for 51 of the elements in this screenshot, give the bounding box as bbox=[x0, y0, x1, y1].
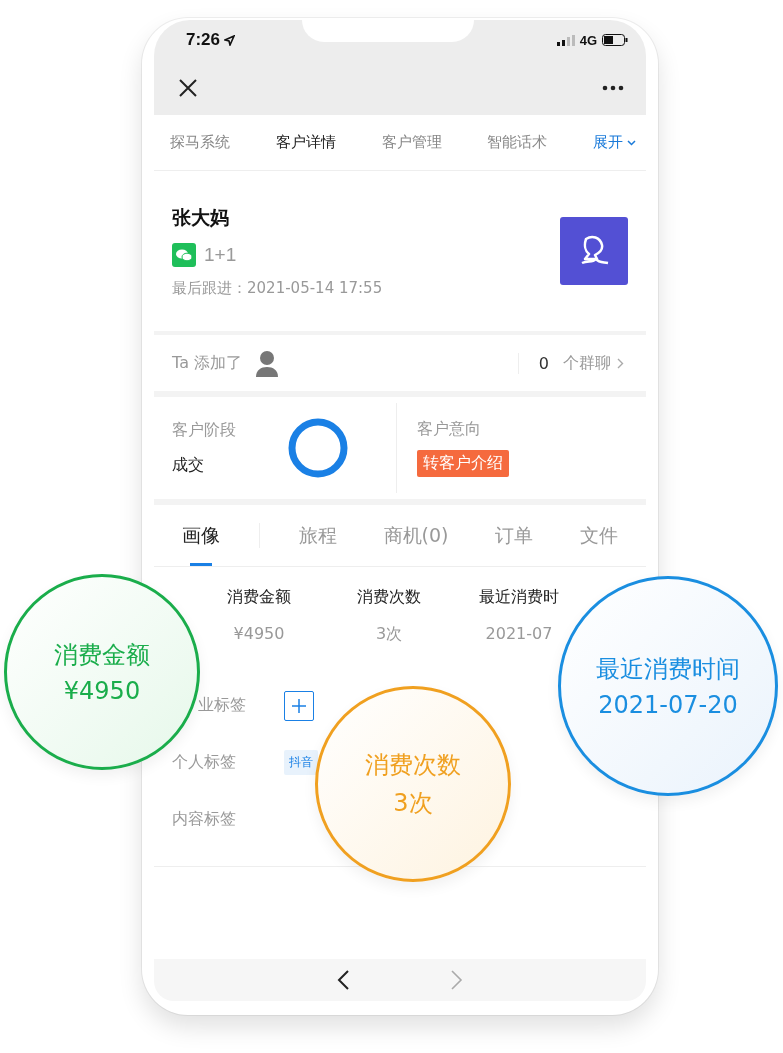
stat-label: 消费金额 bbox=[227, 587, 291, 608]
logo-icon bbox=[560, 217, 628, 285]
expand-link[interactable]: 展开 bbox=[593, 133, 636, 152]
bubble-value: ¥4950 bbox=[63, 677, 141, 705]
chevron-right-icon bbox=[617, 357, 624, 369]
content-tab[interactable]: 旅程 bbox=[290, 505, 345, 566]
content-tab[interactable]: 画像 bbox=[173, 505, 228, 566]
close-button[interactable] bbox=[178, 77, 198, 98]
intent-tag: 转客户介绍 bbox=[417, 450, 509, 477]
signal-icon bbox=[556, 34, 575, 46]
nav-tab[interactable]: 客户管理 bbox=[381, 133, 442, 152]
nav-tab[interactable]: 智能话术 bbox=[487, 133, 548, 152]
last-follow-up: 最后跟进：2021-05-14 17:55 bbox=[172, 278, 383, 298]
avatar-icon bbox=[254, 349, 280, 377]
wechat-icon bbox=[172, 242, 196, 267]
content-tab[interactable]: 订单 bbox=[487, 505, 542, 566]
bubble-value: 2021-07-20 bbox=[598, 691, 738, 719]
stat-value: 3次 bbox=[375, 624, 403, 645]
content-tab[interactable]: 商机(0) bbox=[375, 505, 457, 566]
plus-icon bbox=[290, 696, 308, 715]
bubble-value: 3次 bbox=[393, 788, 433, 819]
customer-name: 张大妈 bbox=[172, 204, 230, 230]
group-chats-link[interactable]: 0 个群聊 bbox=[517, 352, 624, 374]
stat-value: ¥4950 bbox=[233, 624, 285, 643]
bubble-title: 消费次数 bbox=[365, 750, 461, 781]
status-time: 7:26 bbox=[186, 30, 221, 50]
added-label: Ta 添加了 bbox=[172, 352, 242, 374]
tag-chip: 抖音 bbox=[284, 750, 318, 775]
tag-label: 个人标签 bbox=[172, 752, 237, 773]
bubble-title: 最近消费时间 bbox=[596, 654, 740, 685]
network-label: 4G bbox=[579, 32, 597, 48]
wechat-name: 1+1 bbox=[204, 243, 237, 266]
stat-label: 最近消费时 bbox=[479, 587, 559, 608]
stat-value: 2021-07 bbox=[485, 624, 553, 643]
bubble-title: 消费金额 bbox=[54, 640, 150, 671]
add-tag-button[interactable] bbox=[284, 690, 314, 721]
battery-icon bbox=[602, 34, 628, 46]
stat-label: 消费次数 bbox=[357, 587, 421, 608]
ring-icon bbox=[288, 418, 348, 478]
content-tab[interactable]: 文件 bbox=[572, 505, 627, 566]
chevron-down-icon bbox=[627, 139, 636, 146]
stage-value: 成交 bbox=[172, 455, 205, 476]
nav-tab[interactable]: 探马系统 bbox=[170, 133, 230, 152]
tag-label: 业标签 bbox=[197, 695, 247, 716]
tag-label: 内容标签 bbox=[172, 809, 237, 830]
more-button[interactable] bbox=[602, 84, 624, 91]
back-button[interactable] bbox=[336, 969, 350, 991]
location-icon bbox=[224, 34, 236, 46]
intent-label: 客户意向 bbox=[417, 419, 482, 440]
stage-label: 客户阶段 bbox=[172, 420, 236, 441]
nav-tab[interactable]: 客户详情 bbox=[275, 133, 336, 152]
